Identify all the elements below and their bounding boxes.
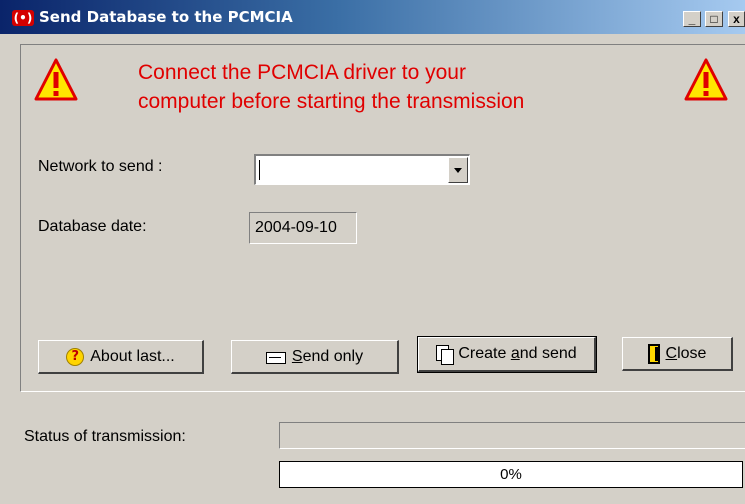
status-field: [279, 422, 745, 449]
documents-icon: [436, 345, 455, 365]
send-only-button[interactable]: Send only: [231, 340, 399, 374]
title-bar[interactable]: (•) Send Database to the PCMCIA _ □ x: [0, 0, 745, 34]
help-icon: ?: [66, 347, 85, 366]
close-window-button[interactable]: x: [728, 11, 745, 27]
maximize-button[interactable]: □: [705, 11, 723, 27]
warning-text-line-1: Connect the PCMCIA driver to your: [138, 61, 466, 84]
about-last-button[interactable]: ? About last...: [38, 340, 204, 374]
exit-door-icon: [647, 343, 660, 364]
dropdown-button[interactable]: [448, 157, 468, 183]
database-date-label: Database date:: [38, 218, 147, 235]
minimize-button[interactable]: _: [683, 11, 701, 27]
send-only-label: Send only: [291, 347, 364, 365]
close-label: Close: [665, 344, 707, 362]
progress-text: 0%: [500, 466, 522, 483]
about-last-label: About last...: [90, 347, 175, 365]
create-and-send-label: Create and send: [458, 345, 577, 362]
warning-triangle-icon: [684, 58, 728, 101]
create-and-send-button[interactable]: Create and send: [417, 336, 597, 373]
network-label: Network to send :: [38, 158, 163, 175]
progress-bar: 0%: [279, 461, 743, 488]
database-date-field: 2004-09-10: [249, 212, 357, 244]
app-icon: (•): [12, 10, 34, 26]
warning-text-line-2: computer before starting the transmissio…: [138, 90, 525, 113]
status-label: Status of transmission:: [24, 428, 186, 445]
network-select[interactable]: [254, 154, 470, 185]
text-caret: [259, 160, 260, 180]
window-title: Send Database to the PCMCIA: [39, 8, 293, 26]
warning-triangle-icon: [34, 58, 78, 101]
close-button[interactable]: Close: [622, 337, 733, 371]
envelope-icon: [265, 352, 286, 364]
chevron-down-icon: [454, 168, 462, 173]
